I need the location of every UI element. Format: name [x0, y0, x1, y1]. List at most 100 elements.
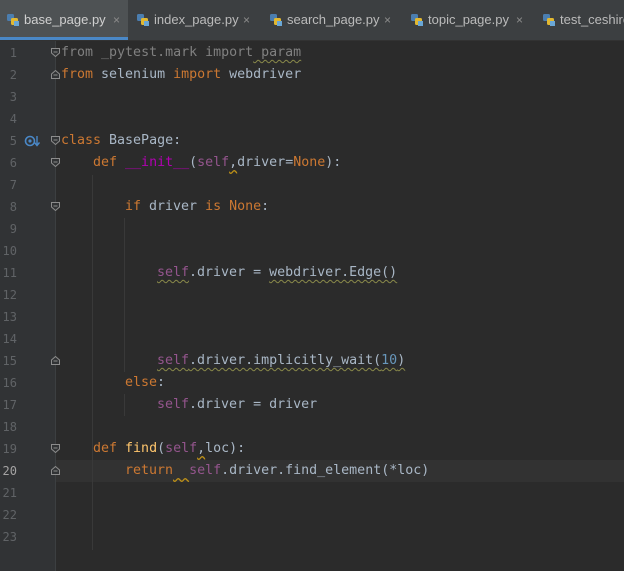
- param: loc):: [205, 441, 246, 456]
- keyword-import: import: [173, 67, 222, 82]
- close-icon[interactable]: ×: [113, 0, 120, 40]
- fold-marker-icon[interactable]: [51, 136, 60, 145]
- line-number: 15: [2, 354, 17, 368]
- editor-tab-bar: base_page.py × index_page.py × search_pa…: [0, 0, 624, 41]
- close-icon[interactable]: ×: [516, 0, 523, 40]
- self-param: self: [197, 155, 230, 170]
- code-line-2[interactable]: from selenium import webdriver: [61, 64, 301, 86]
- keyword-def: def: [93, 155, 118, 170]
- tab-base-page[interactable]: base_page.py ×: [0, 0, 128, 40]
- tab-topic-page[interactable]: topic_page.py ×: [404, 0, 536, 40]
- overridden-method-icon[interactable]: [24, 134, 40, 148]
- line-number: 5: [9, 134, 17, 148]
- code-line-15[interactable]: self.driver.implicitly_wait(10): [157, 350, 405, 372]
- tab-label: search_page.py: [287, 12, 380, 27]
- code-line-11[interactable]: self.driver = webdriver.Edge(): [157, 262, 397, 284]
- python-file-icon: [543, 14, 555, 26]
- python-file-icon: [270, 14, 282, 26]
- line-number: 13: [2, 310, 17, 324]
- tab-index-page[interactable]: index_page.py ×: [130, 0, 262, 40]
- close-icon[interactable]: ×: [384, 0, 391, 40]
- colon: :: [261, 199, 270, 214]
- self-keyword: self: [189, 463, 222, 478]
- unused-import-name: param: [253, 45, 302, 60]
- python-file-icon: [411, 14, 423, 26]
- line-number: 6: [9, 156, 17, 170]
- line-number: 21: [2, 486, 17, 500]
- keyword-return: return: [125, 463, 174, 478]
- line-number: 4: [9, 112, 17, 126]
- keyword-import: import: [205, 45, 254, 60]
- keyword-from: from: [61, 45, 94, 60]
- comma: ,: [229, 155, 238, 170]
- python-file-icon: [137, 14, 149, 26]
- self-keyword: self: [157, 353, 190, 368]
- call-expression: webdriver.Edge(): [269, 265, 398, 280]
- extra-space: [173, 463, 189, 478]
- line-number-current: 20: [2, 464, 17, 478]
- fold-marker-icon[interactable]: [51, 202, 60, 211]
- paren: (: [189, 155, 198, 170]
- fold-marker-icon[interactable]: [51, 158, 60, 167]
- indent-guide: [124, 218, 125, 372]
- method-name: find: [125, 441, 158, 456]
- line-number: 17: [2, 398, 17, 412]
- tab-label: base_page.py: [24, 12, 106, 27]
- code-line-6[interactable]: def __init__(self,driver=None):: [93, 152, 341, 174]
- code-line-17[interactable]: self.driver = driver: [157, 394, 317, 416]
- line-number: 12: [2, 288, 17, 302]
- line-number: 3: [9, 90, 17, 104]
- line-number: 8: [9, 200, 17, 214]
- colon: :: [157, 375, 166, 390]
- tab-label: topic_page.py: [428, 12, 509, 27]
- fold-marker-icon[interactable]: [51, 466, 60, 475]
- keyword-from: from: [61, 67, 94, 82]
- paren: (: [157, 441, 166, 456]
- code-line-20[interactable]: return self.driver.find_element(*loc): [125, 460, 429, 482]
- import-name: webdriver: [221, 67, 302, 82]
- paren-close: ):: [325, 155, 342, 170]
- line-number: 2: [9, 68, 17, 82]
- keyword-none: None: [229, 199, 262, 214]
- self-keyword: self: [157, 397, 190, 412]
- tab-test-ceshire[interactable]: test_ceshire: [536, 0, 624, 40]
- param: driver=: [237, 155, 294, 170]
- keyword-class: class: [61, 133, 102, 148]
- variable: driver: [141, 199, 206, 214]
- fold-marker-icon[interactable]: [51, 48, 60, 57]
- indent-guide: [92, 175, 93, 550]
- method-call: .driver.find_element(*loc): [221, 463, 430, 478]
- fold-marker-icon[interactable]: [51, 70, 60, 79]
- indent-guide: [124, 394, 125, 416]
- tab-label: index_page.py: [154, 12, 239, 27]
- attribute: .driver =: [189, 265, 270, 280]
- code-line-1[interactable]: from _pytest.mark import param: [61, 42, 301, 64]
- line-number: 16: [2, 376, 17, 390]
- code-line-19[interactable]: def find(self,loc):: [93, 438, 245, 460]
- python-file-icon: [7, 14, 19, 26]
- keyword-if: if: [125, 199, 142, 214]
- comma: ,: [197, 441, 206, 456]
- tab-search-page[interactable]: search_page.py ×: [263, 0, 404, 40]
- close-icon[interactable]: ×: [243, 0, 250, 40]
- fold-marker-icon[interactable]: [51, 356, 60, 365]
- line-number: 9: [9, 222, 17, 236]
- tab-label: test_ceshire: [560, 12, 624, 27]
- keyword-none: None: [293, 155, 326, 170]
- line-number: 10: [2, 244, 17, 258]
- fold-marker-icon[interactable]: [51, 444, 60, 453]
- keyword-def: def: [93, 441, 118, 456]
- line-number: 18: [2, 420, 17, 434]
- self-param: self: [165, 441, 198, 456]
- code-line-16[interactable]: else:: [125, 372, 165, 394]
- keyword-else: else: [125, 375, 158, 390]
- line-number: 19: [2, 442, 17, 456]
- paren-close: ): [397, 353, 406, 368]
- code-line-5[interactable]: class BasePage:: [61, 130, 181, 152]
- code-line-8[interactable]: if driver is None:: [125, 196, 269, 218]
- module-name: _pytest.mark: [93, 45, 206, 60]
- line-number: 14: [2, 332, 17, 346]
- module-name: selenium: [93, 67, 174, 82]
